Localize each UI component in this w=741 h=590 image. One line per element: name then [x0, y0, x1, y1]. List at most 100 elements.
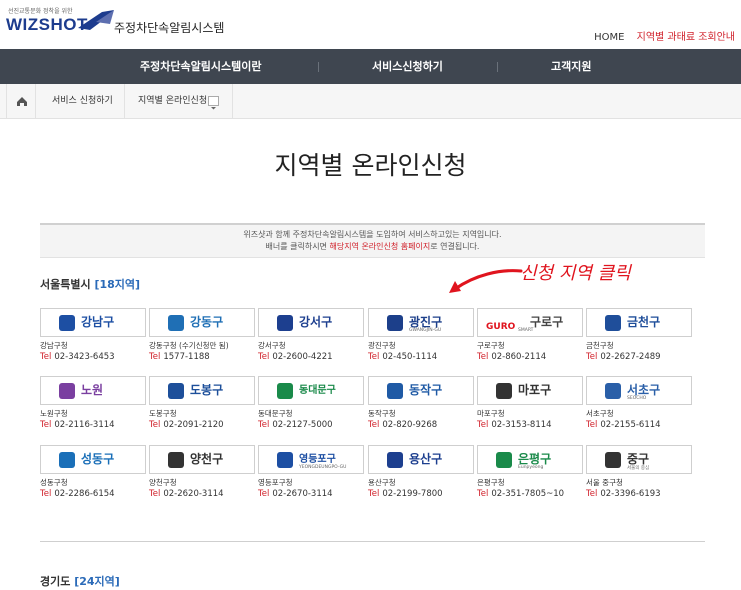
district-banner-sub: Eunpyeong [518, 465, 544, 470]
logo-system-name: 주정차단속알림시스템 [114, 21, 225, 35]
district-card: 광진구 GWANGJIN-GU 광진구청 Tel 02-450-1114 [368, 308, 474, 369]
district-banner-sub: SMART [518, 328, 534, 333]
district-tel: Tel 02-860-2114 [477, 352, 546, 362]
section-count: [24지역] [74, 575, 120, 588]
home-icon [17, 97, 27, 106]
district-banner-label: 동작구 [409, 383, 443, 397]
district-tel: Tel 02-820-9268 [368, 420, 437, 430]
breadcrumb: 서비스 신청하기 지역별 온라인신청 [0, 84, 741, 119]
district-banner-label: 금천구 [627, 315, 661, 329]
district-card: 노원 노원구청 Tel 02-2116-3114 [40, 376, 146, 437]
tel-number: 02-2127-5000 [272, 420, 333, 430]
district-card: 동대문구동대문구청 Tel 02-2127-5000 [258, 376, 364, 437]
notice-line-2: 배너를 클릭하시면 해당지역 온라인신청 홈페이지로 연결됩니다. [265, 242, 480, 251]
home-link[interactable]: HOME [594, 32, 624, 43]
tel-number: 02-2199-7800 [382, 489, 443, 499]
district-emblem-icon [387, 383, 403, 399]
breadcrumb-online-apply[interactable]: 지역별 온라인신청 [138, 84, 207, 119]
district-banner[interactable]: 구로구 SMART GURO [477, 308, 583, 337]
district-banner[interactable]: 영등포구 YEONGDEUNGPO-GU [258, 445, 364, 474]
district-card: 강동구 강동구청 (수기신청만 됨) Tel 1577-1188 [149, 308, 255, 369]
district-card: 용산구 용산구청 Tel 02-2199-7800 [368, 445, 474, 506]
tel-number: 02-3153-8114 [491, 420, 552, 430]
tel-label: Tel [586, 420, 598, 430]
wizshot-logo[interactable]: 선진교통문화 정착을 위한 WIZSHOT 주정차단속알림시스템 [6, 6, 225, 40]
nav-item-support[interactable]: 고객지원 [551, 49, 591, 84]
district-tel: Tel 1577-1188 [149, 352, 210, 362]
region-fine-lookup-link[interactable]: 지역별 과태료 조회안내 [637, 32, 735, 43]
district-card: 성동구 성동구청 Tel 02-2286-6154 [40, 445, 146, 506]
district-emblem-icon [168, 383, 184, 399]
section-divider [40, 541, 705, 542]
tel-number: 02-2091-2120 [163, 420, 224, 430]
district-banner[interactable]: 성동구 [40, 445, 146, 474]
district-banner-label: 양천구 [190, 452, 224, 466]
district-name: 동대문구청 [258, 409, 293, 418]
district-banner[interactable]: 강동구 [149, 308, 255, 337]
district-banner[interactable]: 은평구 Eunpyeong [477, 445, 583, 474]
district-card: 강남구 강남구청 Tel 02-3423-6453 [40, 308, 146, 369]
district-banner[interactable]: 광진구 GWANGJIN-GU [368, 308, 474, 337]
district-name: 서초구청 [586, 409, 614, 418]
nav-item-about[interactable]: 주정차단속알림시스템이란 [140, 49, 261, 84]
district-banner[interactable]: 용산구 [368, 445, 474, 474]
district-banner[interactable]: 마포구 [477, 376, 583, 405]
nav-separator [318, 62, 319, 72]
breadcrumb-home[interactable] [6, 84, 36, 119]
district-banner-label: 도봉구 [190, 383, 224, 397]
district-banner-sub: SEOCHO [627, 396, 647, 401]
district-banner-alt: GURO [486, 322, 516, 332]
district-banner-label: 용산구 [409, 452, 443, 466]
page-title: 지역별 온라인신청 [274, 151, 467, 180]
district-emblem-icon [387, 452, 403, 468]
district-banner[interactable]: 도봉구 [149, 376, 255, 405]
district-banner-sub: 서울의 중심 [627, 466, 650, 471]
district-banner-label: 강서구 [299, 315, 333, 329]
district-tel: Tel 02-2627-2489 [586, 352, 661, 362]
district-banner[interactable]: 서초구 SEOCHO [586, 376, 692, 405]
tel-label: Tel [258, 420, 270, 430]
district-tel: Tel 02-2091-2120 [149, 420, 224, 430]
district-card: 도봉구도봉구청 Tel 02-2091-2120 [149, 376, 255, 437]
top-links: HOME 지역별 과태료 조회안내 [594, 28, 735, 43]
district-banner[interactable]: 금천구 [586, 308, 692, 337]
district-banner[interactable]: 동대문구 [258, 376, 364, 405]
district-emblem-icon [168, 315, 184, 331]
district-banner[interactable]: 강서구 [258, 308, 364, 337]
tel-label: Tel [40, 420, 52, 430]
district-name: 영등포구청 [258, 478, 293, 487]
district-name: 도봉구청 [149, 409, 177, 418]
district-name: 성동구청 [40, 478, 68, 487]
tel-label: Tel [149, 352, 161, 362]
district-name: 금천구청 [586, 341, 614, 350]
district-card: 강서구 강서구청 Tel 02-2600-4221 [258, 308, 364, 369]
breadcrumb-divider [232, 84, 233, 119]
district-banner[interactable]: 강남구 [40, 308, 146, 337]
district-card: 영등포구 YEONGDEUNGPO-GU 영등포구청 Tel 02-2670-3114 [258, 445, 364, 506]
district-card: 양천구양천구청 Tel 02-2620-3114 [149, 445, 255, 506]
tel-label: Tel [40, 352, 52, 362]
breadcrumb-dropdown[interactable] [208, 96, 219, 110]
nav-item-service-apply[interactable]: 서비스신청하기 [372, 49, 443, 84]
district-banner[interactable]: 양천구 [149, 445, 255, 474]
tel-number: 02-3423-6453 [54, 352, 115, 362]
breadcrumb-service-apply[interactable]: 서비스 신청하기 [52, 84, 113, 119]
tel-label: Tel [258, 489, 270, 499]
district-tel: Tel 02-2620-3114 [149, 489, 224, 499]
tel-number: 02-2670-3114 [272, 489, 333, 499]
tel-number: 02-2620-3114 [163, 489, 224, 499]
district-banner[interactable]: 동작구 [368, 376, 474, 405]
district-card: 동작구 동작구청 Tel 02-820-9268 [368, 376, 474, 437]
district-card: 마포구 마포구청 Tel 02-3153-8114 [477, 376, 583, 437]
district-name: 양천구청 [149, 478, 177, 487]
district-emblem-icon [277, 452, 293, 468]
district-emblem-icon [277, 383, 293, 399]
district-banner-label: 동대문구 [299, 385, 336, 396]
tel-number: 02-820-9268 [382, 420, 438, 430]
district-banner[interactable]: 노원 [40, 376, 146, 405]
tel-label: Tel [258, 352, 270, 362]
tel-label: Tel [40, 489, 52, 499]
district-name: 은평구청 [477, 478, 505, 487]
district-banner[interactable]: 중구 서울의 중심 [586, 445, 692, 474]
tel-label: Tel [586, 489, 598, 499]
